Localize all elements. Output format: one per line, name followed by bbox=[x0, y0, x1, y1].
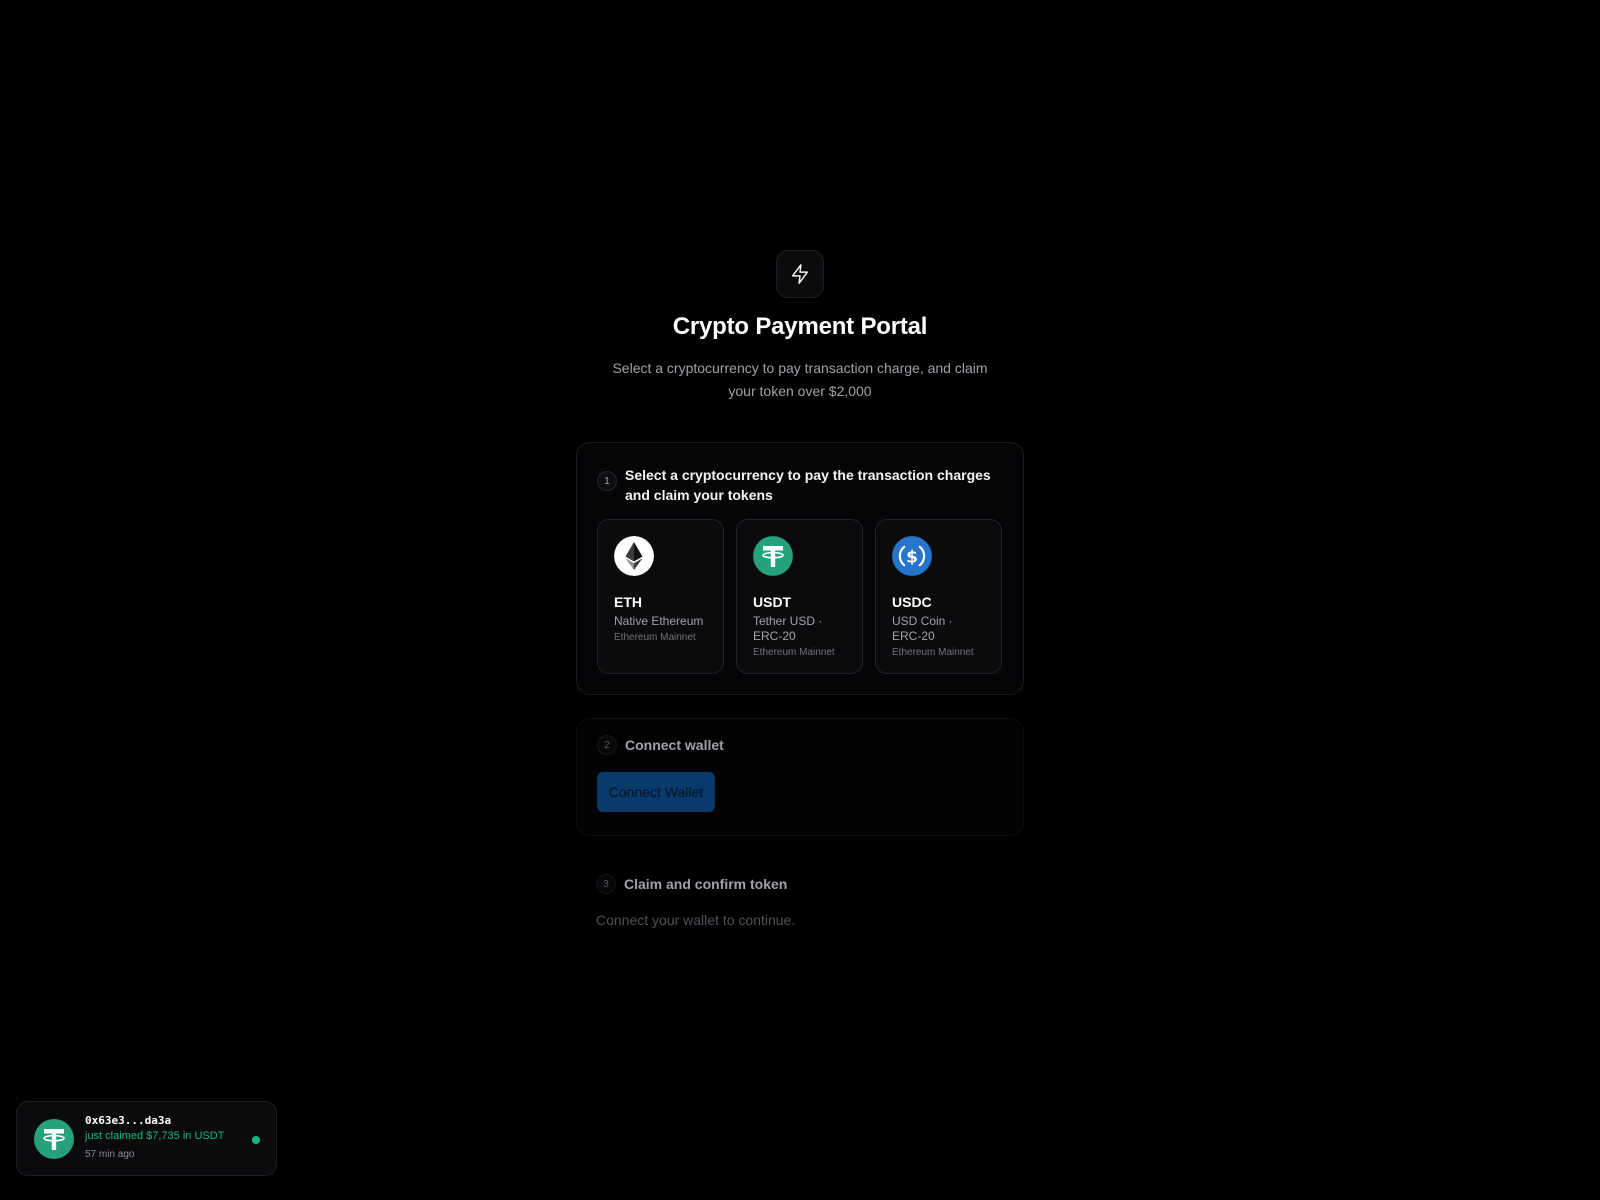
token-option-eth[interactable]: ETH Native Ethereum Ethereum Mainnet bbox=[597, 519, 724, 674]
live-status-dot bbox=[252, 1136, 260, 1144]
step-header: 1 Select a cryptocurrency to pay the tra… bbox=[597, 465, 995, 505]
ethereum-icon bbox=[614, 536, 654, 576]
token-network: Ethereum Mainnet bbox=[892, 647, 974, 658]
step-connect-wallet: 2 Connect wallet Connect Wallet bbox=[576, 718, 1024, 836]
step-claim-token: 3 Claim and confirm token Connect your w… bbox=[576, 858, 1024, 958]
step-title: Connect wallet bbox=[625, 737, 724, 753]
svg-text:$: $ bbox=[906, 548, 918, 568]
connect-wallet-button[interactable]: Connect Wallet bbox=[597, 772, 715, 812]
step-header: 2 Connect wallet bbox=[597, 735, 995, 755]
token-symbol: ETH bbox=[614, 594, 642, 610]
token-network: Ethereum Mainnet bbox=[614, 632, 696, 643]
page: Crypto Payment Portal Select a cryptocur… bbox=[0, 0, 1600, 1200]
page-subtitle: Select a cryptocurrency to pay transacti… bbox=[612, 360, 988, 399]
token-options: ETH Native Ethereum Ethereum Mainnet USD… bbox=[597, 519, 1002, 674]
step-number: 1 bbox=[597, 471, 617, 491]
token-network: Ethereum Mainnet bbox=[753, 647, 835, 658]
step-header: 3 Claim and confirm token bbox=[596, 874, 994, 894]
lightning-bolt-icon bbox=[791, 264, 809, 284]
token-name: Tether USD · ERC-20 bbox=[753, 614, 823, 643]
claim-time: 57 min ago bbox=[85, 1149, 135, 1160]
token-symbol: USDT bbox=[753, 594, 792, 610]
tether-icon bbox=[34, 1119, 74, 1159]
step-title: Select a cryptocurrency to pay the trans… bbox=[625, 467, 991, 503]
claim-hint: Connect your wallet to continue. bbox=[596, 912, 796, 928]
claim-message: just claimed $7,735 in USDT bbox=[85, 1130, 225, 1142]
step-select-crypto: 1 Select a cryptocurrency to pay the tra… bbox=[576, 442, 1024, 695]
token-option-usdt[interactable]: USDT Tether USD · ERC-20 Ethereum Mainne… bbox=[736, 519, 863, 674]
step-number: 3 bbox=[596, 874, 616, 894]
step-number: 2 bbox=[597, 735, 617, 755]
step-title: Claim and confirm token bbox=[624, 876, 788, 892]
token-symbol: USDC bbox=[892, 594, 932, 610]
token-name: USD Coin · ERC-20 bbox=[892, 614, 953, 643]
token-name: Native Ethereum bbox=[614, 614, 704, 628]
logo-badge bbox=[776, 250, 824, 298]
token-option-usdc[interactable]: $ USDC USD Coin · ERC-20 Ethereum Mainne… bbox=[875, 519, 1002, 674]
tether-icon bbox=[753, 536, 793, 576]
wallet-address: 0x63e3...da3a bbox=[85, 1114, 172, 1127]
claim-notification-toast: 0x63e3...da3a just claimed $7,735 in USD… bbox=[16, 1101, 277, 1176]
page-title: Crypto Payment Portal bbox=[672, 313, 928, 340]
usdc-icon: $ bbox=[892, 536, 932, 576]
